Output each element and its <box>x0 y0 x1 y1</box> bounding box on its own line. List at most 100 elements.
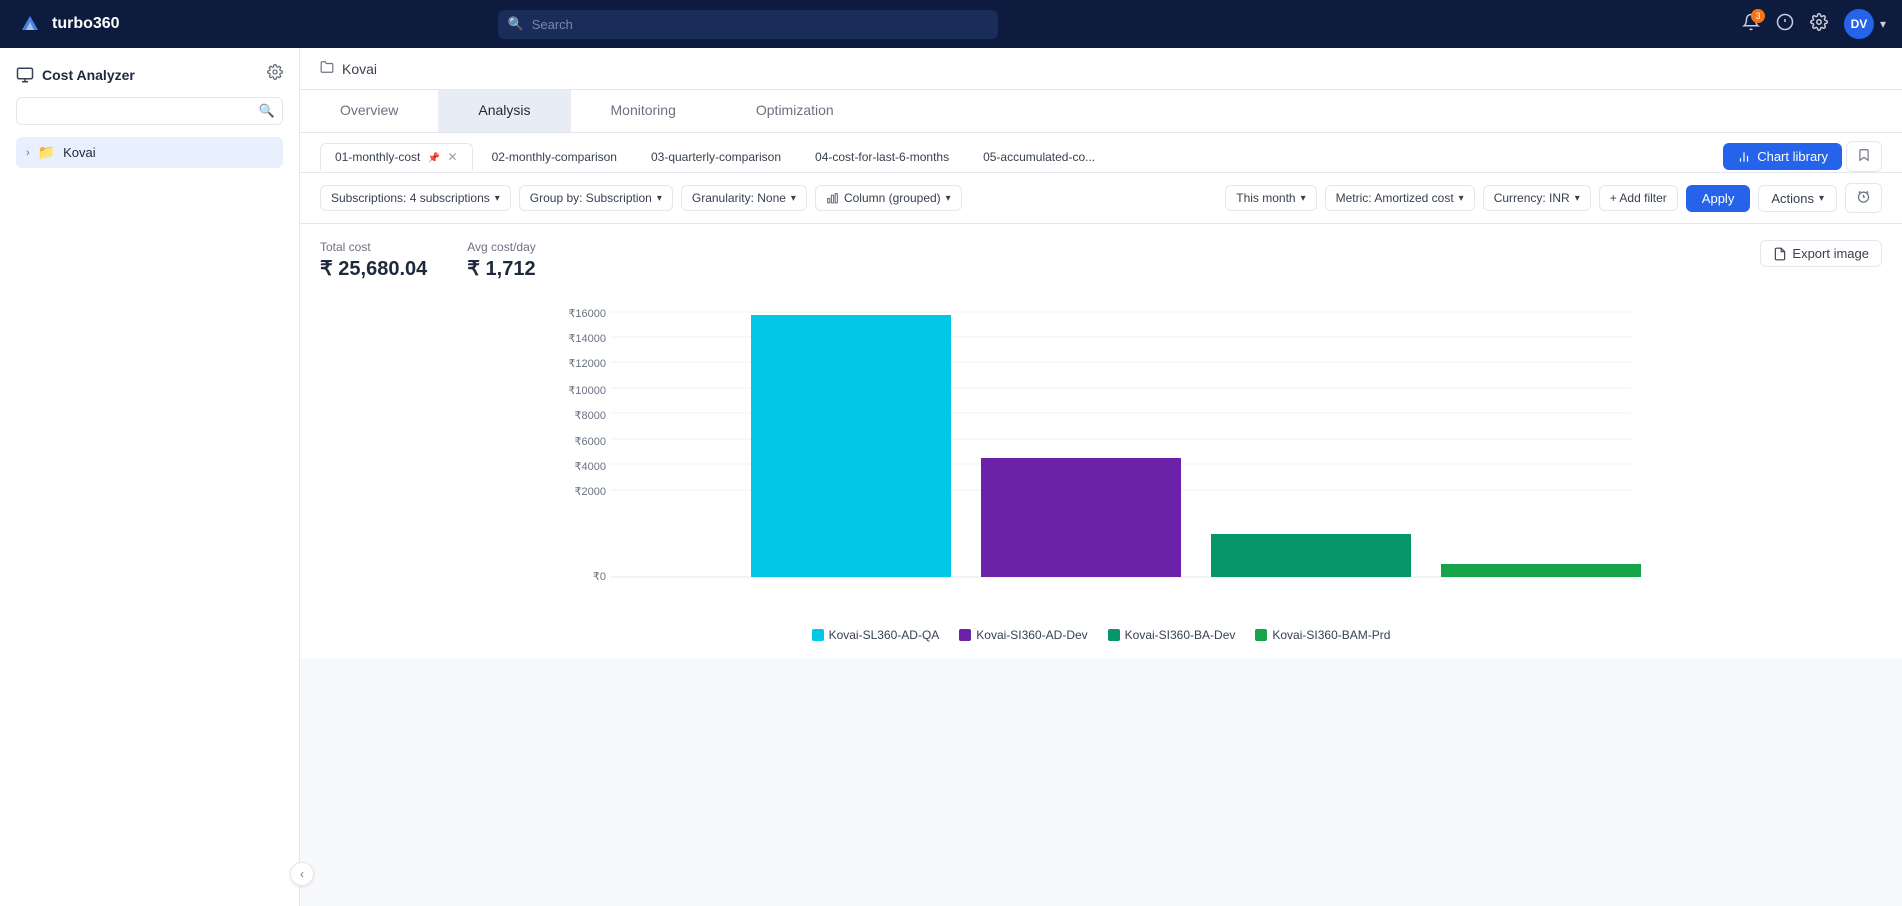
breadcrumb: Kovai <box>300 48 1902 90</box>
granularity-filter[interactable]: Granularity: None ▾ <box>681 185 807 211</box>
search-icon: 🔍 <box>508 16 524 32</box>
chart-area: Total cost ₹ 25,680.04 Avg cost/day ₹ 1,… <box>300 224 1902 658</box>
group-by-filter[interactable]: Group by: Subscription ▾ <box>519 185 673 211</box>
sidebar-search[interactable]: 🔍 <box>16 97 283 125</box>
alerts-button[interactable] <box>1776 13 1794 36</box>
sidebar-item-label: Kovai <box>63 145 96 160</box>
bookmark-icon <box>1857 148 1871 162</box>
search-input[interactable] <box>498 10 998 39</box>
svg-text:₹16000: ₹16000 <box>568 308 606 320</box>
settings-button[interactable] <box>1810 13 1828 36</box>
export-icon <box>1773 247 1787 261</box>
bar-kovai-ba-dev[interactable] <box>1211 534 1411 577</box>
close-tab-1-button[interactable]: ✕ <box>448 150 458 164</box>
avg-cost-label: Avg cost/day <box>467 240 535 254</box>
notification-badge: 3 <box>1751 9 1765 23</box>
tab-analysis[interactable]: Analysis <box>438 90 570 132</box>
chart-library-button[interactable]: Chart library <box>1723 143 1842 170</box>
user-avatar: DV <box>1844 9 1874 39</box>
legend-item-2: Kovai-SI360-AD-Dev <box>959 628 1087 642</box>
legend-color-3 <box>1108 629 1120 641</box>
search-bar[interactable]: 🔍 <box>498 10 998 39</box>
metric-filter[interactable]: Metric: Amortized cost ▾ <box>1325 185 1475 211</box>
chart-container: ₹16000 ₹14000 ₹12000 ₹10000 ₹8000 ₹6000 … <box>320 297 1882 642</box>
bar-chart: ₹16000 ₹14000 ₹12000 ₹10000 ₹8000 ₹6000 … <box>320 297 1882 617</box>
legend-color-2 <box>959 629 971 641</box>
currency-filter[interactable]: Currency: INR ▾ <box>1483 185 1591 211</box>
chart-legend: Kovai-SL360-AD-QA Kovai-SI360-AD-Dev Kov… <box>320 628 1882 642</box>
sidebar-title: Cost Analyzer <box>16 66 135 84</box>
chevron-down-icon: ▾ <box>1575 193 1580 204</box>
svg-text:₹8000: ₹8000 <box>575 410 606 422</box>
chevron-down-icon: ▾ <box>495 193 500 204</box>
chart-tab-3[interactable]: 03-quarterly-comparison <box>636 143 796 171</box>
legend-color-4 <box>1255 629 1267 641</box>
tab-monitoring[interactable]: Monitoring <box>571 90 716 132</box>
svg-text:₹14000: ₹14000 <box>568 333 606 345</box>
add-filter-button[interactable]: + Add filter <box>1599 185 1678 211</box>
main-tabs: Overview Analysis Monitoring Optimizatio… <box>300 90 1902 133</box>
chart-tab-4[interactable]: 04-cost-for-last-6-months <box>800 143 964 171</box>
sidebar: Cost Analyzer 🔍 › 📁 Kovai ‹ <box>0 48 300 906</box>
tab-optimization[interactable]: Optimization <box>716 90 874 132</box>
alarm-button[interactable] <box>1845 183 1882 213</box>
avg-cost-value: ₹ 1,712 <box>467 256 535 281</box>
logo-icon <box>16 10 44 38</box>
bookmark-button[interactable] <box>1846 141 1882 172</box>
legend-item-4: Kovai-SI360-BAM-Prd <box>1255 628 1390 642</box>
app-name: turbo360 <box>52 15 120 33</box>
tab-overview[interactable]: Overview <box>300 90 438 132</box>
filters-bar: Subscriptions: 4 subscriptions ▾ Group b… <box>300 173 1902 224</box>
alarm-icon <box>1856 189 1871 204</box>
chart-tab-1[interactable]: 01-monthly-cost 📌 ✕ <box>320 143 473 171</box>
chevron-down-icon: ▾ <box>657 193 662 204</box>
export-image-button[interactable]: Export image <box>1760 240 1882 267</box>
chevron-down-icon: ▾ <box>1819 193 1824 204</box>
bar-kovai-qa[interactable] <box>751 315 951 577</box>
svg-text:₹6000: ₹6000 <box>575 436 606 448</box>
legend-item-1: Kovai-SL360-AD-QA <box>812 628 940 642</box>
sidebar-module-label: Cost Analyzer <box>42 67 135 83</box>
top-navigation: turbo360 🔍 3 DV ▾ <box>0 0 1902 48</box>
total-cost-label: Total cost <box>320 240 427 254</box>
folder-icon: 📁 <box>38 144 55 161</box>
apply-button[interactable]: Apply <box>1686 185 1751 212</box>
total-cost-value: ₹ 25,680.04 <box>320 256 427 281</box>
breadcrumb-label: Kovai <box>342 61 377 77</box>
chart-library-icon <box>1737 150 1751 164</box>
notifications-button[interactable]: 3 <box>1742 13 1760 36</box>
actions-button[interactable]: Actions ▾ <box>1758 185 1837 212</box>
total-cost: Total cost ₹ 25,680.04 <box>320 240 427 281</box>
bar-kovai-bam-prd[interactable] <box>1441 564 1641 577</box>
avg-cost: Avg cost/day ₹ 1,712 <box>467 240 535 281</box>
chevron-down-icon: ▾ <box>791 193 796 204</box>
chevron-down-icon: ▾ <box>1459 193 1464 204</box>
cost-summary: Total cost ₹ 25,680.04 Avg cost/day ₹ 1,… <box>320 240 536 281</box>
svg-text:₹10000: ₹10000 <box>568 385 606 397</box>
chart-tabs-scroll: 01-monthly-cost 📌 ✕ 02-monthly-compariso… <box>320 143 1719 171</box>
sidebar-settings-button[interactable] <box>267 64 283 85</box>
column-chart-icon <box>826 192 839 205</box>
subscriptions-filter[interactable]: Subscriptions: 4 subscriptions ▾ <box>320 185 511 211</box>
pin-icon: 📌 <box>428 153 440 164</box>
main-layout: Cost Analyzer 🔍 › 📁 Kovai ‹ <box>0 48 1902 906</box>
chart-tab-5[interactable]: 05-accumulated-co... <box>968 143 1110 171</box>
svg-text:₹2000: ₹2000 <box>575 486 606 498</box>
cost-analyzer-icon <box>16 66 34 84</box>
nav-icons: 3 DV ▾ <box>1742 9 1886 39</box>
svg-text:₹4000: ₹4000 <box>575 461 606 473</box>
chevron-down-icon: ▾ <box>1301 193 1306 204</box>
sidebar-header: Cost Analyzer <box>16 64 283 85</box>
sidebar-collapse-button[interactable]: ‹ <box>290 862 300 886</box>
chart-type-filter[interactable]: Column (grouped) ▾ <box>815 185 962 211</box>
user-menu[interactable]: DV ▾ <box>1844 9 1886 39</box>
legend-color-1 <box>812 629 824 641</box>
time-period-filter[interactable]: This month ▾ <box>1225 185 1316 211</box>
bar-kovai-dev[interactable] <box>981 458 1181 577</box>
chevron-right-icon: › <box>26 147 30 159</box>
chevron-down-icon: ▾ <box>946 193 951 204</box>
sidebar-search-input[interactable] <box>16 97 283 125</box>
chevron-down-icon: ▾ <box>1880 17 1886 31</box>
chart-tab-2[interactable]: 02-monthly-comparison <box>477 143 632 171</box>
sidebar-item-kovai[interactable]: › 📁 Kovai <box>16 137 283 168</box>
